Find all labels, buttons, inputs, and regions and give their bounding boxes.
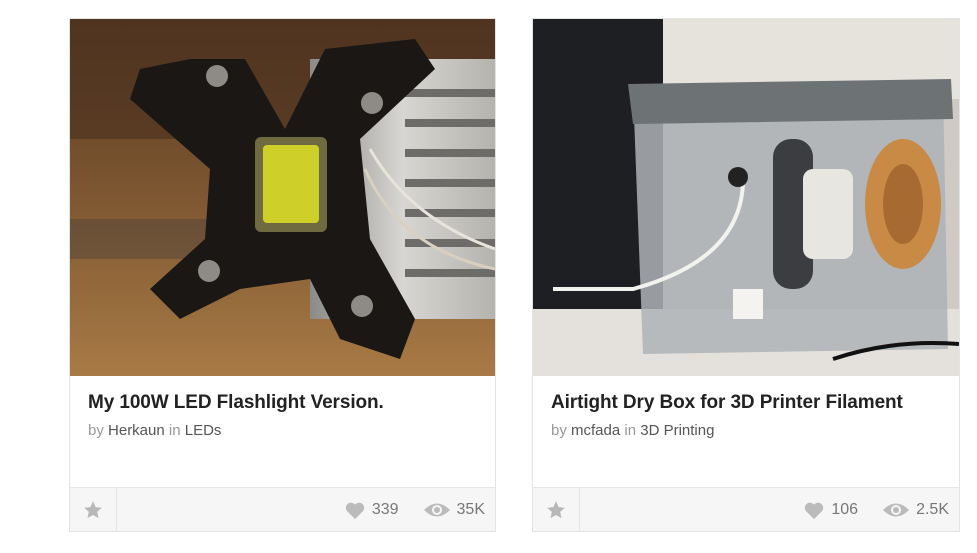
- byline: by mcfada in 3D Printing: [551, 422, 941, 439]
- project-thumbnail[interactable]: [533, 19, 959, 376]
- favorites-count: 339: [371, 500, 399, 518]
- in-label: in: [624, 422, 637, 439]
- views-stat: 35K: [423, 501, 485, 519]
- eye-icon: [882, 501, 910, 519]
- card-stats: 106 2.5K: [580, 500, 959, 520]
- project-thumbnail[interactable]: [70, 19, 495, 376]
- byline: by Herkaun in LEDs: [88, 422, 477, 439]
- by-label: by: [88, 422, 104, 439]
- category-link[interactable]: LEDs: [185, 422, 222, 439]
- card-footer: 106 2.5K: [533, 487, 959, 531]
- views-count: 2.5K: [916, 500, 949, 518]
- category-link[interactable]: 3D Printing: [640, 422, 714, 439]
- heart-icon: [344, 500, 366, 520]
- heart-icon: [803, 500, 825, 520]
- favorites-stat: 106: [803, 500, 858, 520]
- filament-dry-box-photo: [533, 19, 959, 376]
- card-footer: 339 35K: [70, 487, 495, 531]
- in-label: in: [168, 422, 181, 439]
- author-link[interactable]: Herkaun: [108, 422, 165, 439]
- views-stat: 2.5K: [882, 501, 949, 519]
- views-count: 35K: [456, 500, 485, 518]
- by-label: by: [551, 422, 567, 439]
- star-icon: [84, 500, 102, 518]
- favorite-button[interactable]: [533, 488, 580, 531]
- favorite-button[interactable]: [70, 488, 117, 531]
- star-icon: [547, 500, 565, 518]
- led-heatsink-photo: [70, 19, 495, 376]
- project-card: Airtight Dry Box for 3D Printer Filament…: [532, 18, 960, 532]
- favorites-count: 106: [831, 500, 859, 518]
- card-stats: 339 35K: [117, 500, 495, 520]
- favorites-stat: 339: [344, 500, 399, 520]
- eye-icon: [423, 501, 451, 519]
- author-link[interactable]: mcfada: [571, 422, 620, 439]
- project-title[interactable]: My 100W LED Flashlight Version.: [88, 392, 477, 414]
- project-card: My 100W LED Flashlight Version. by Herka…: [69, 18, 496, 532]
- project-title[interactable]: Airtight Dry Box for 3D Printer Filament: [551, 392, 941, 414]
